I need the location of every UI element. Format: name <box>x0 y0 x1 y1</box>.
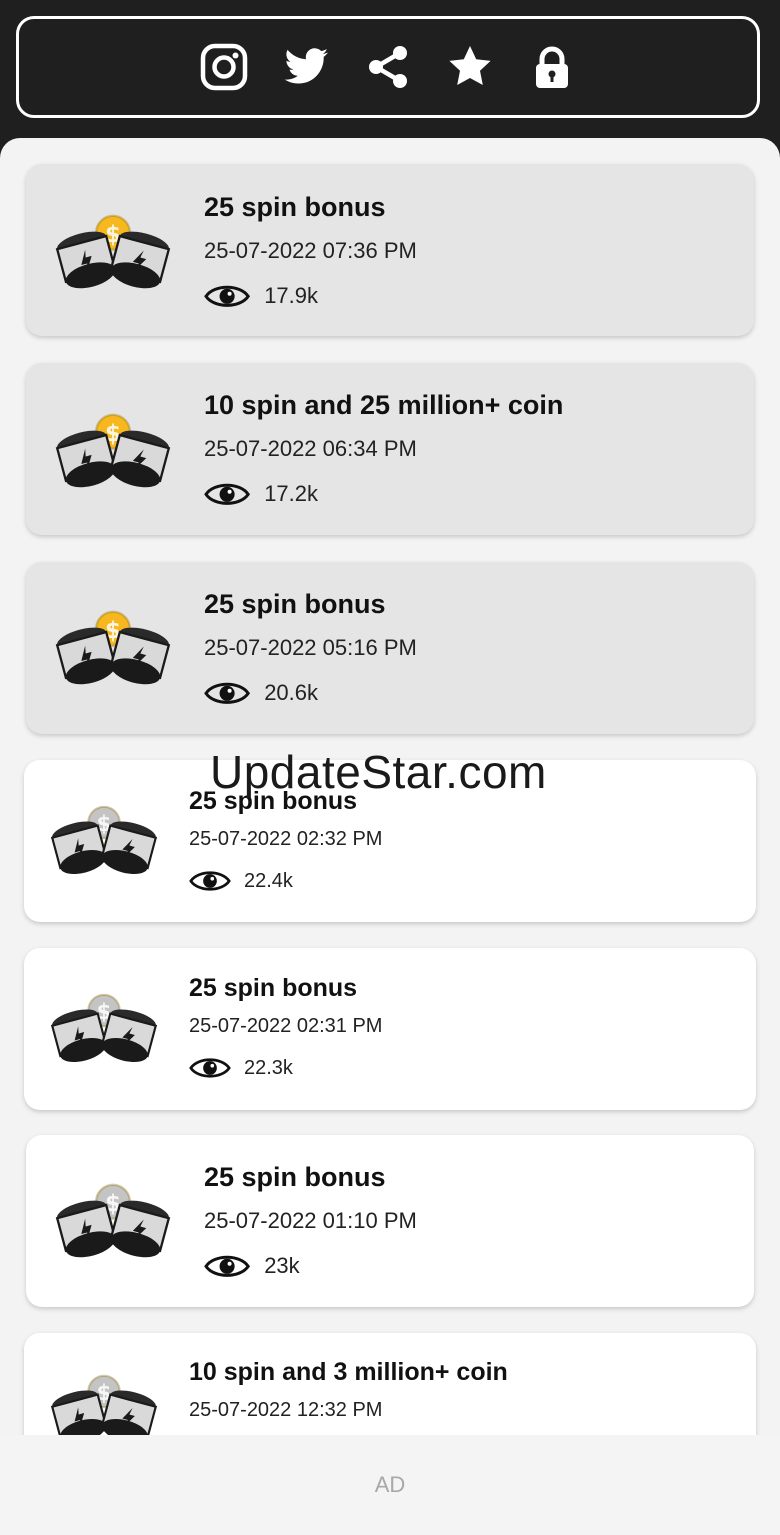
social-toolbar <box>16 16 760 118</box>
post-card[interactable]: $ 25 spin bonus 25-07-2022 01:10 PM 23k <box>26 1135 754 1307</box>
eye-icon <box>204 285 250 307</box>
view-count: 22.4k <box>244 869 293 892</box>
post-title: 25 spin bonus <box>204 192 386 222</box>
eye-icon <box>204 682 250 704</box>
post-date: 25-07-2022 02:32 PM <box>189 828 383 850</box>
post-thumbnail: $ <box>44 598 182 706</box>
spin-thumbnail-icon: $ <box>55 214 171 289</box>
post-date: 25-07-2022 05:16 PM <box>204 635 417 660</box>
eye-icon <box>204 1255 250 1277</box>
eye-icon <box>189 871 231 891</box>
post-thumbnail: $ <box>44 1171 182 1279</box>
star-icon <box>449 46 491 85</box>
post-title: 10 spin and 3 million+ coin <box>189 1358 508 1386</box>
spin-thumbnail-icon: $ <box>55 610 171 685</box>
post-date: 25-07-2022 06:34 PM <box>204 436 417 461</box>
lock-icon <box>536 46 568 88</box>
view-count: 22.3k <box>244 1056 293 1079</box>
spin-thumbnail-icon: $ <box>50 993 158 1063</box>
post-date: 25-07-2022 02:31 PM <box>189 1015 383 1037</box>
post-views: 22.4k <box>189 868 293 894</box>
post-title: 25 spin bonus <box>204 1162 386 1192</box>
share-button[interactable] <box>364 43 412 91</box>
post-date: 25-07-2022 01:10 PM <box>204 1208 417 1233</box>
rate-button[interactable] <box>446 43 494 91</box>
post-views: 23k <box>204 1252 300 1281</box>
share-icon <box>369 46 407 88</box>
post-views: 17.2k <box>204 480 318 509</box>
post-thumbnail: $ <box>44 202 182 310</box>
post-thumbnail: $ <box>40 1363 168 1435</box>
ad-banner[interactable]: AD <box>0 1435 780 1535</box>
post-card[interactable]: $ 10 spin and 25 million+ coin 25-07-2022… <box>26 363 754 535</box>
post-views: 20.6k <box>204 679 318 708</box>
post-card[interactable]: $ 25 spin bonus 25-07-2022 05:16 PM 20.6k <box>26 562 754 734</box>
post-views: 17.9k <box>204 282 318 311</box>
instagram-icon <box>200 43 248 91</box>
eye-icon <box>204 483 250 505</box>
view-count: 20.6k <box>264 680 319 706</box>
post-title: 10 spin and 25 million+ coin <box>204 390 564 420</box>
spin-thumbnail-icon: $ <box>55 1183 171 1258</box>
post-card[interactable]: $ 25 spin bonus 25-07-2022 02:31 PM 22.3k <box>24 948 756 1110</box>
post-thumbnail: $ <box>44 401 182 509</box>
twitter-button[interactable] <box>282 43 330 91</box>
post-card[interactable]: $ 10 spin and 3 million+ coin 25-07-2022 … <box>24 1333 756 1435</box>
post-card[interactable]: $ 25 spin bonus 25-07-2022 07:36 PM 17.9k <box>26 164 754 336</box>
post-views: 22.3k <box>189 1055 293 1081</box>
post-thumbnail: $ <box>40 982 168 1082</box>
spin-thumbnail-icon: $ <box>50 805 158 875</box>
view-count: 17.2k <box>264 481 319 507</box>
view-count: 17.9k <box>264 283 319 309</box>
view-count: 23k <box>264 1253 300 1279</box>
spin-thumbnail-icon: $ <box>55 413 171 488</box>
post-title: 25 spin bonus <box>189 974 358 1002</box>
ad-label: AD <box>374 1472 406 1497</box>
spin-thumbnail-icon: $ <box>50 1374 158 1435</box>
post-title: 25 spin bonus <box>204 589 386 619</box>
post-date: 25-07-2022 12:32 PM <box>189 1399 383 1421</box>
top-bar <box>0 0 780 160</box>
twitter-icon <box>284 48 329 84</box>
privacy-button[interactable] <box>528 43 576 91</box>
instagram-button[interactable] <box>200 43 248 91</box>
eye-icon <box>189 1058 231 1078</box>
post-date: 25-07-2022 07:36 PM <box>204 238 417 263</box>
post-thumbnail: $ <box>40 794 168 894</box>
watermark-text: UpdateStar.com <box>210 746 547 798</box>
